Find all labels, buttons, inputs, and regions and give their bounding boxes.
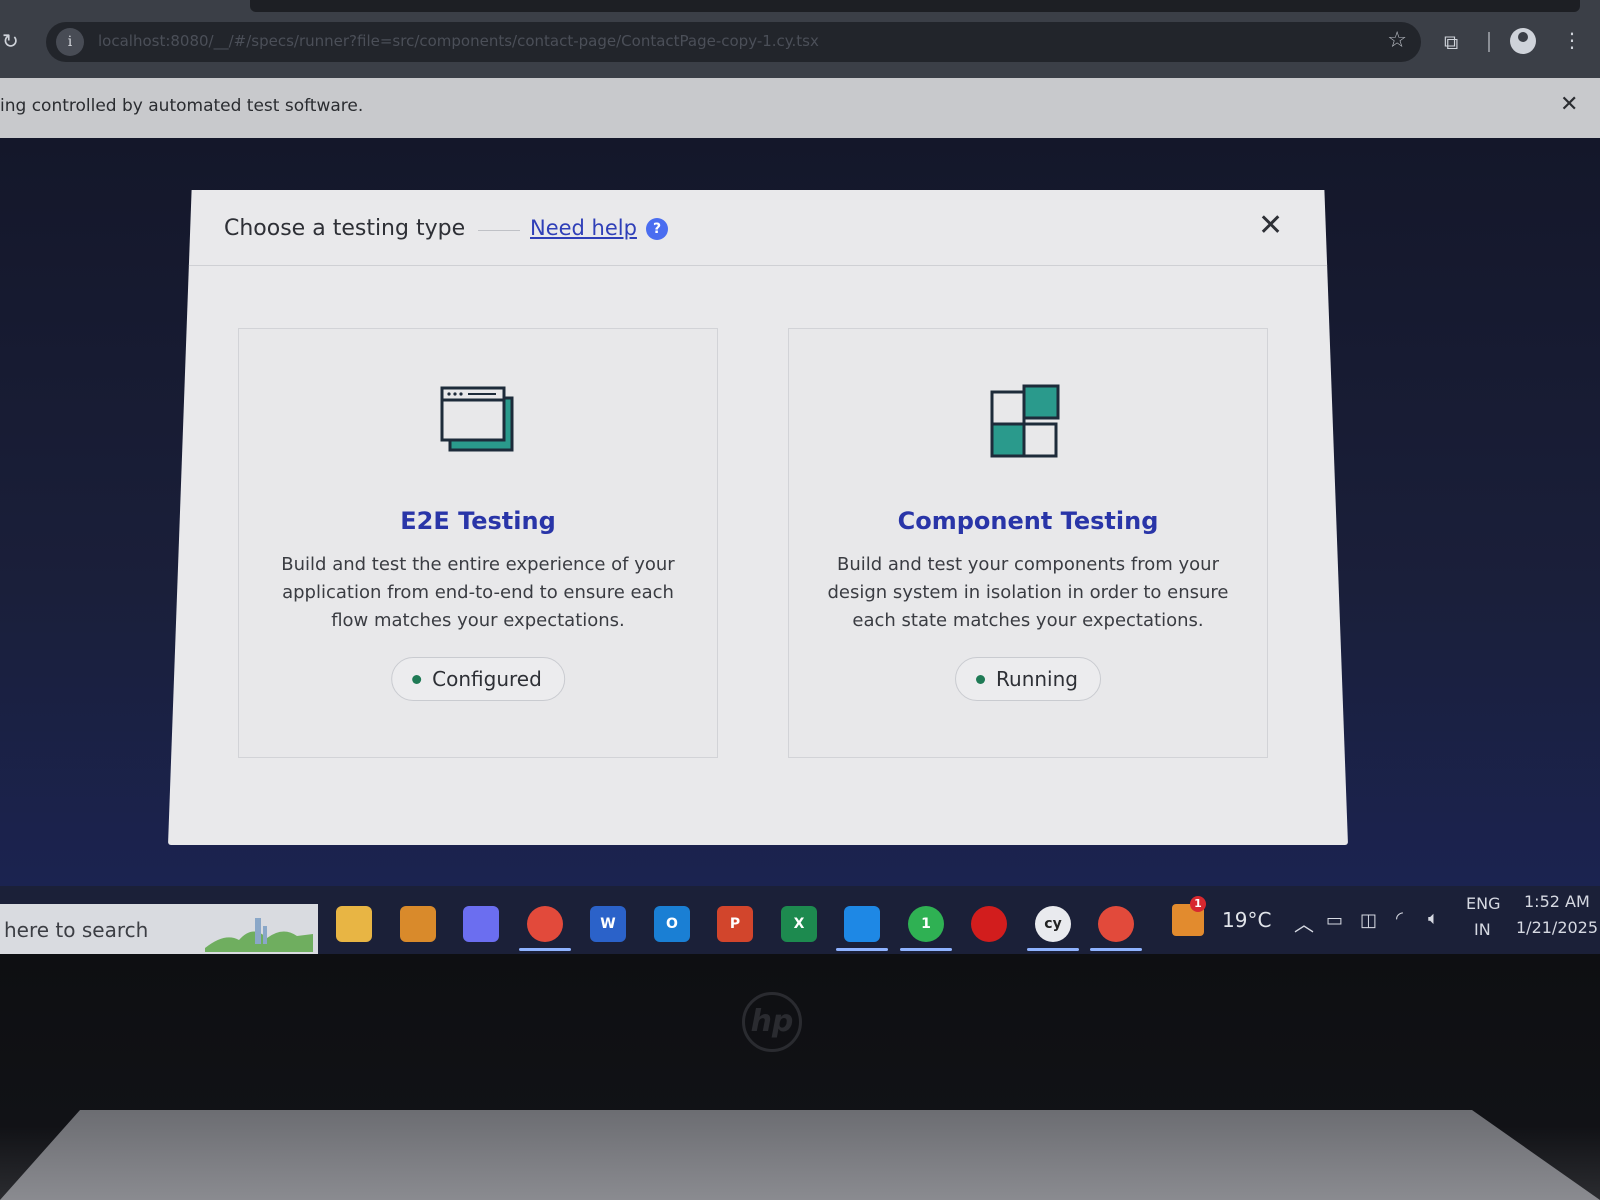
e2e-testing-card[interactable]: E2E Testing Build and test the entire ex… [238,328,718,758]
status-dot [412,675,422,684]
url-text[interactable]: localhost:8080/__/#/specs/runner?file=sr… [98,32,1318,50]
card-title: E2E Testing [400,507,556,535]
camera-icon[interactable]: ◫ [1360,910,1377,931]
volume-icon[interactable]: 🔈︎ [1428,908,1439,929]
component-testing-card[interactable]: Component Testing Build and test your co… [788,328,1268,758]
automation-notice: ing controlled by automated test softwar… [0,96,364,116]
component-blocks-icon [988,384,1068,464]
infobar-close-icon[interactable]: ✕ [1560,92,1578,117]
modal-header: Choose a testing type Need help ? ✕ [168,190,1348,266]
wifi-icon[interactable]: ◜ [1396,908,1403,929]
kebab-menu-icon[interactable]: ⋮ [1562,28,1582,52]
outlook-icon[interactable]: O [654,906,690,942]
bookmark-star-icon[interactable]: ☆ [1387,28,1407,53]
extensions-icon[interactable]: ⧉ [1444,30,1458,54]
language-top[interactable]: ENG [1466,894,1500,913]
automation-infobar: ing controlled by automated test softwar… [0,78,1600,138]
tray-overflow-chevron-icon[interactable]: ︿ [1294,908,1314,937]
clock-date[interactable]: 1/21/2025 [1516,918,1598,937]
help-question-icon[interactable]: ? [646,218,668,240]
reload-icon[interactable]: ↻ [2,30,24,52]
status-dot [976,675,986,684]
browser-toolbar: ↻ i localhost:8080/__/#/specs/runner?fil… [0,0,1600,78]
title-divider [478,230,520,231]
battery-icon[interactable]: ▭ [1326,910,1343,931]
card-title: Component Testing [897,507,1159,535]
search-highlight-art-icon [205,918,313,952]
vscode-icon[interactable] [844,906,880,942]
taskbar-search-box[interactable]: here to search [0,904,318,956]
status-badge: Configured [391,657,565,701]
file-explorer-icon[interactable] [336,906,372,942]
weather-badge: 1 [1190,896,1206,912]
tab-strip [250,0,1580,12]
active-app-indicator [836,948,888,951]
status-label: Configured [432,667,542,691]
active-app-indicator [1090,948,1142,951]
card-description: Build and test the entire experience of … [281,554,675,631]
notes-app-icon[interactable] [400,906,436,942]
card-description: Build and test your components from your… [827,554,1229,631]
word-icon[interactable]: W [590,906,626,942]
active-app-indicator [519,948,571,951]
copilot-icon[interactable] [463,906,499,942]
whatsapp-icon[interactable]: 1 [908,906,944,942]
browser-window-icon [438,384,518,460]
active-app-indicator [900,948,952,951]
status-label: Running [996,667,1078,691]
keyboard-deck [0,1110,1600,1200]
address-bar[interactable]: i localhost:8080/__/#/specs/runner?file=… [46,22,1421,62]
record-icon[interactable] [971,906,1007,942]
modal-close-icon[interactable]: ✕ [1258,208,1283,243]
status-badge: Running [955,657,1101,701]
language-bottom[interactable]: IN [1474,920,1491,939]
excel-icon[interactable]: X [781,906,817,942]
chrome-icon[interactable] [527,906,563,942]
need-help-link[interactable]: Need help [530,216,637,240]
site-info-icon[interactable]: i [56,28,84,56]
temperature-readout[interactable]: 19°C [1222,908,1271,932]
windows-taskbar: here to search W O P X 1 cy 1 19°C ︿ ▭ ◫ ◜ 🔈︎… [0,886,1600,956]
testing-type-modal: Choose a testing type Need help ? ✕ E2E … [168,190,1348,845]
search-placeholder: here to search [4,918,149,942]
toolbar-separator [1488,32,1490,52]
profile-avatar-icon[interactable] [1510,28,1536,54]
modal-title: Choose a testing type [224,216,466,241]
hp-logo: hp [742,992,802,1052]
powerpoint-icon[interactable]: P [717,906,753,942]
chrome-icon-2[interactable] [1098,906,1134,942]
clock-time[interactable]: 1:52 AM [1524,892,1590,911]
cypress-icon[interactable]: cy [1035,906,1071,942]
active-app-indicator [1027,948,1079,951]
